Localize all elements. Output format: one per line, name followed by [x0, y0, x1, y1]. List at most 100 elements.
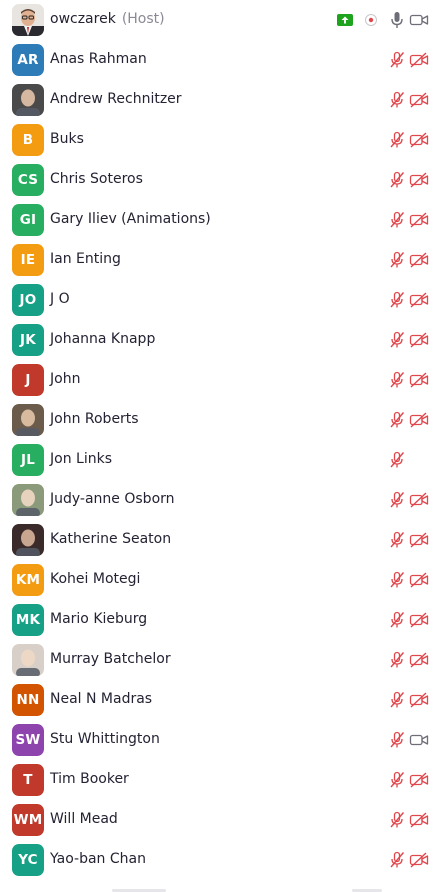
mic-off-icon[interactable]: [387, 210, 407, 230]
footer-edge: [0, 886, 437, 892]
mic-off-icon[interactable]: [387, 610, 407, 630]
avatar: JL: [12, 444, 44, 476]
host-avatar: [12, 4, 44, 36]
avatar-initials: YC: [18, 852, 38, 868]
mic-off-icon[interactable]: [387, 810, 407, 830]
participant-row[interactable]: Katherine Seaton: [0, 520, 437, 560]
avatar: [12, 644, 44, 676]
mic-off-icon[interactable]: [387, 730, 407, 750]
mic-off-icon[interactable]: [387, 50, 407, 70]
avatar-initials: JO: [19, 292, 37, 308]
video-off-icon[interactable]: [409, 50, 429, 70]
video-off-icon[interactable]: [409, 90, 429, 110]
participant-status-icons: [385, 160, 429, 200]
participant-name: John Roberts: [50, 411, 139, 427]
participant-row[interactable]: Andrew Rechnitzer: [0, 80, 437, 120]
video-off-icon[interactable]: [409, 810, 429, 830]
mic-off-icon[interactable]: [387, 410, 407, 430]
mic-off-icon[interactable]: [387, 490, 407, 510]
participant-row[interactable]: Judy-anne Osborn: [0, 480, 437, 520]
avatar-initials: KM: [15, 572, 41, 588]
video-on-icon[interactable]: [409, 730, 429, 750]
avatar-initials: WM: [13, 812, 43, 828]
mic-off-icon[interactable]: [387, 650, 407, 670]
video-on-icon[interactable]: [409, 10, 429, 30]
avatar-initials: GI: [19, 212, 37, 228]
video-off-icon[interactable]: [409, 530, 429, 550]
avatar: JO: [12, 284, 44, 316]
video-off-icon[interactable]: [409, 130, 429, 150]
avatar-initials: JL: [20, 452, 36, 468]
video-off-icon[interactable]: [409, 330, 429, 350]
participant-row[interactable]: J John: [0, 360, 437, 400]
participant-name: John: [50, 371, 81, 387]
mic-off-icon[interactable]: [387, 770, 407, 790]
participant-row[interactable]: JO J O: [0, 280, 437, 320]
participant-row[interactable]: JK Johanna Knapp: [0, 320, 437, 360]
mic-on-icon[interactable]: [387, 10, 407, 30]
mic-off-icon[interactable]: [387, 250, 407, 270]
avatar-initials: MK: [15, 612, 41, 628]
video-off-icon[interactable]: [409, 170, 429, 190]
video-off-icon[interactable]: [409, 250, 429, 270]
participant-row[interactable]: GI Gary Iliev (Animations): [0, 200, 437, 240]
video-off-icon[interactable]: [409, 210, 429, 230]
video-off-icon[interactable]: [409, 290, 429, 310]
participant-row[interactable]: MK Mario Kieburg: [0, 600, 437, 640]
avatar: JK: [12, 324, 44, 356]
video-off-icon[interactable]: [409, 610, 429, 630]
mic-off-icon[interactable]: [387, 690, 407, 710]
participant-name: Katherine Seaton: [50, 531, 172, 547]
participant-row[interactable]: John Roberts: [0, 400, 437, 440]
participant-row[interactable]: WM Will Mead: [0, 800, 437, 840]
avatar: AR: [12, 44, 44, 76]
participant-name: Murray Batchelor: [50, 651, 171, 667]
screen-share-icon: [337, 14, 353, 26]
avatar: [12, 484, 44, 516]
mic-off-icon[interactable]: [387, 370, 407, 390]
participant-name: Kohei Motegi: [50, 571, 141, 587]
video-off-icon[interactable]: [409, 850, 429, 870]
participant-name: Judy-anne Osborn: [50, 491, 175, 507]
mic-off-icon[interactable]: [387, 330, 407, 350]
avatar-initials: J: [25, 372, 31, 388]
video-off-icon[interactable]: [409, 370, 429, 390]
video-off-icon[interactable]: [409, 490, 429, 510]
participant-status-icons: [385, 640, 429, 680]
participant-status-icons: [385, 40, 429, 80]
participant-row[interactable]: B Buks: [0, 120, 437, 160]
participant-row[interactable]: KM Kohei Motegi: [0, 560, 437, 600]
participant-row[interactable]: CS Chris Soteros: [0, 160, 437, 200]
mic-off-icon[interactable]: [387, 130, 407, 150]
participant-row[interactable]: NN Neal N Madras: [0, 680, 437, 720]
mic-off-icon[interactable]: [387, 290, 407, 310]
participant-status-icons: [385, 480, 429, 520]
participant-name: Jon Links: [50, 451, 112, 467]
participant-row[interactable]: Murray Batchelor: [0, 640, 437, 680]
video-off-icon[interactable]: [409, 770, 429, 790]
participants-list: owczarek (Host) AR Anas Rahman Andrew Rechn…: [0, 0, 437, 892]
mic-off-icon[interactable]: [387, 450, 407, 470]
video-off-icon[interactable]: [409, 410, 429, 430]
participant-row[interactable]: YC Yao-ban Chan: [0, 840, 437, 880]
avatar: CS: [12, 164, 44, 196]
mic-off-icon[interactable]: [387, 850, 407, 870]
mic-off-icon[interactable]: [387, 570, 407, 590]
participant-status-icons: [385, 680, 429, 720]
video-off-icon[interactable]: [409, 570, 429, 590]
avatar: WM: [12, 804, 44, 836]
participant-row[interactable]: JL Jon Links: [0, 440, 437, 480]
mic-off-icon[interactable]: [387, 530, 407, 550]
mic-off-icon[interactable]: [387, 170, 407, 190]
participant-row[interactable]: SW Stu Whittington: [0, 720, 437, 760]
avatar: SW: [12, 724, 44, 756]
participant-row[interactable]: T Tim Booker: [0, 760, 437, 800]
mic-off-icon[interactable]: [387, 90, 407, 110]
participant-row[interactable]: IE Ian Enting: [0, 240, 437, 280]
participant-status-icons: [385, 320, 429, 360]
video-off-icon[interactable]: [409, 690, 429, 710]
video-off-icon[interactable]: [409, 650, 429, 670]
participant-row-host[interactable]: owczarek (Host): [0, 0, 437, 40]
participant-row[interactable]: AR Anas Rahman: [0, 40, 437, 80]
participant-name: Mario Kieburg: [50, 611, 148, 627]
